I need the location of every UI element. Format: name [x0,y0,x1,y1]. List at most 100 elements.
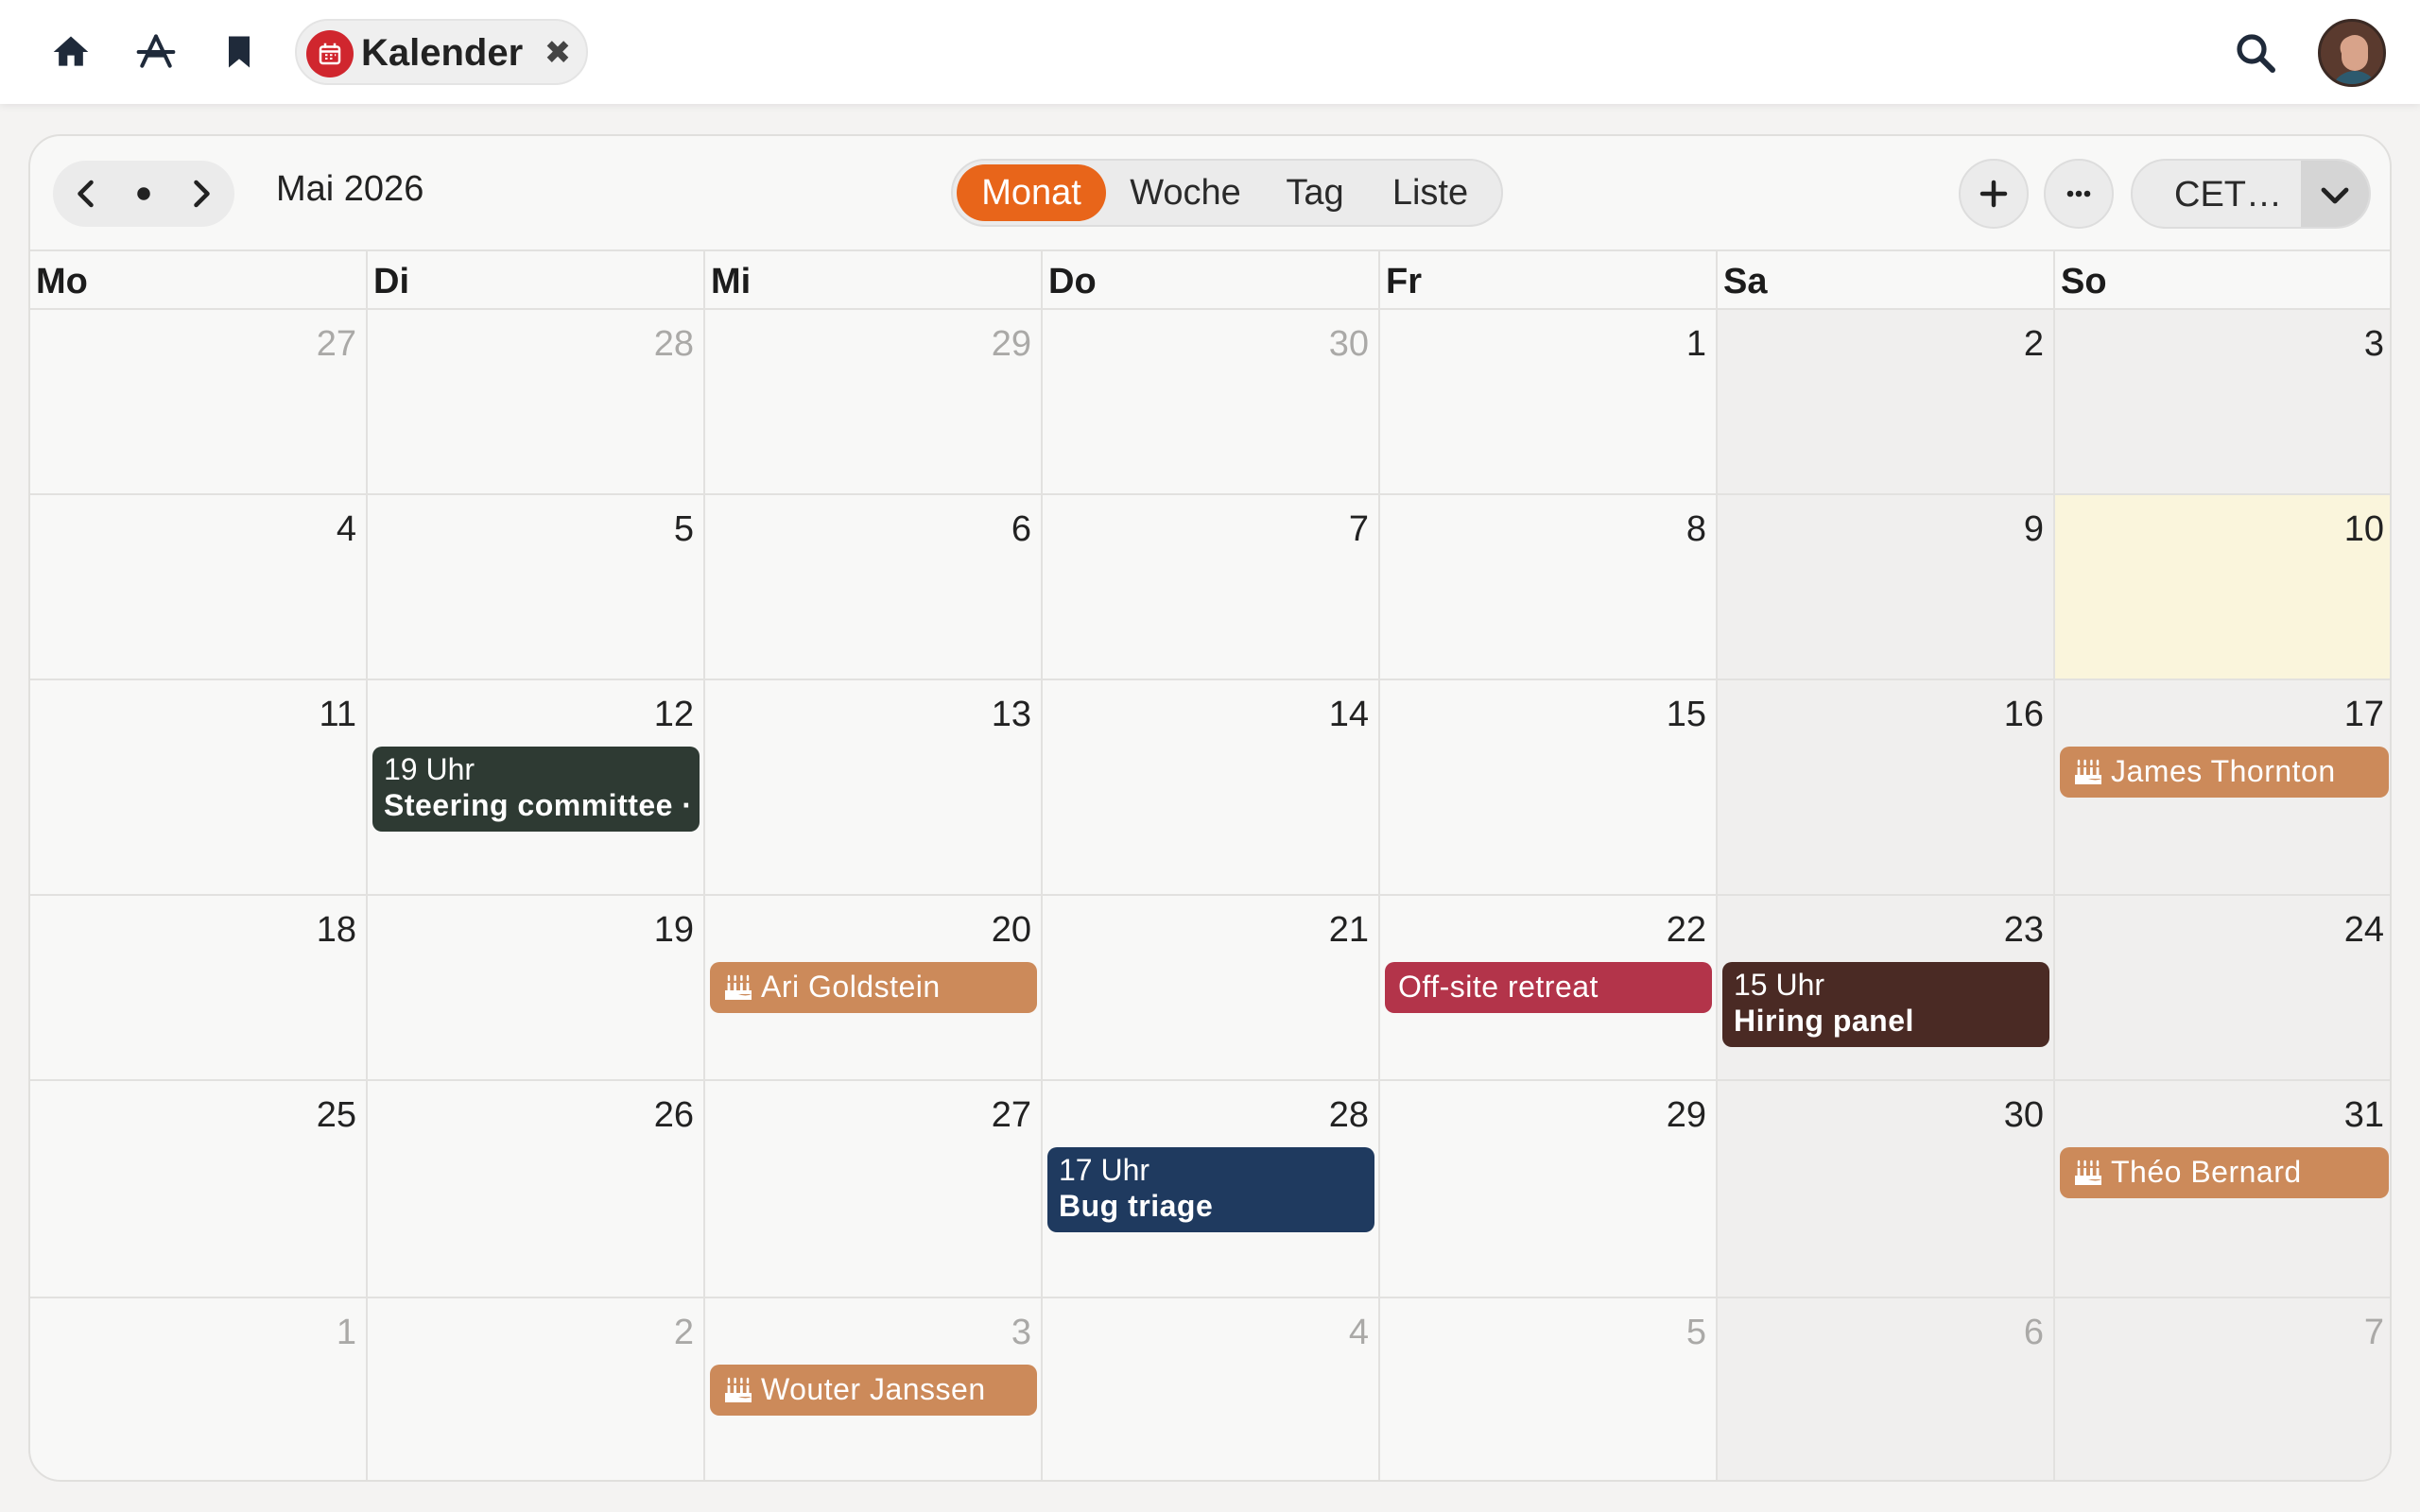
event-title: Bug triage [1059,1189,1214,1223]
day-cell[interactable]: 15 [1380,680,1718,894]
day-cell[interactable]: 30 [1718,1081,2055,1297]
day-cell[interactable]: 21 [1043,896,1380,1079]
day-cell[interactable]: 28 [368,310,705,493]
day-cell[interactable]: 19 [368,896,705,1079]
day-number: 1 [1685,324,1706,364]
day-cell[interactable]: 1 [30,1298,368,1480]
day-cell[interactable]: 27 [705,1081,1043,1297]
day-cell[interactable]: 29 [1380,1081,1718,1297]
event-title: Wouter Janssen [761,1372,986,1406]
dot-icon [137,187,150,200]
day-cell[interactable]: 6 [1718,1298,2055,1480]
day-cell-today[interactable]: 10 [2055,495,2390,679]
tab-calendar[interactable]: Kalender ✖ [295,19,588,85]
day-cell[interactable]: 27 [30,310,368,493]
day-cell[interactable]: 6 [705,495,1043,679]
week-row: 27 28 29 30 1 2 3 [30,310,2390,495]
timezone-select[interactable]: CET… [2131,159,2371,229]
birthday-cake-icon [725,974,752,1000]
day-cell[interactable]: 26 [368,1081,705,1297]
day-number: 7 [2363,1313,2384,1352]
day-cell[interactable]: 25 [30,1081,368,1297]
chevron-down-icon[interactable] [2301,161,2369,227]
plus-icon [1979,180,2008,208]
calendar-panel: Mai 2026 Monat Woche Tag Liste CET… Mo D… [28,134,2392,1482]
close-icon[interactable]: ✖ [541,35,575,71]
event-title: Hiring panel [1734,1004,1914,1038]
next-button[interactable] [170,161,231,227]
day-cell[interactable]: 13 [705,680,1043,894]
day-cell[interactable]: 28 17 Uhr Bug triage [1043,1081,1380,1297]
day-cell[interactable]: 3 [2055,310,2390,493]
event-off-site-retreat[interactable]: Off-site retreat [1385,962,1712,1013]
day-cell[interactable]: 17 James Thornton [2055,680,2390,894]
top-bar: Kalender ✖ [0,0,2420,104]
day-cell[interactable]: 18 [30,896,368,1079]
day-number: 27 [316,324,356,364]
day-cell[interactable]: 12 19 Uhr Steering committee · [368,680,705,894]
day-cell[interactable]: 1 [1380,310,1718,493]
day-cell[interactable]: 31 Théo Bernard [2055,1081,2390,1297]
day-cell[interactable]: 11 [30,680,368,894]
previous-button[interactable] [57,161,117,227]
day-cell[interactable]: 3 Wouter Janssen [705,1298,1043,1480]
event-bug-triage[interactable]: 17 Uhr Bug triage [1047,1147,1374,1232]
day-number: 4 [336,509,356,549]
weekday-label: Mi [705,251,1043,312]
month-grid: Mo Di Mi Do Fr Sa So 27 28 29 30 1 2 3 4… [30,249,2390,1480]
week-row: 4 5 6 7 8 9 10 [30,495,2390,680]
day-cell[interactable]: 30 [1043,310,1380,493]
day-cell[interactable]: 14 [1043,680,1380,894]
day-number: 30 [1328,324,1369,364]
event-title: James Thornton [2111,754,2336,788]
bookmark-icon[interactable] [216,28,263,76]
event-birthday-theo-bernard[interactable]: Théo Bernard [2060,1147,2389,1198]
more-options-button[interactable] [2044,159,2114,229]
event-title: Steering committee · [384,788,693,822]
view-month-button[interactable]: Monat [957,164,1106,221]
date-navigation [53,161,234,227]
view-day-button[interactable]: Tag [1261,164,1369,221]
day-number: 2 [2023,324,2044,364]
apps-icon[interactable] [132,28,180,76]
event-birthday-ari-goldstein[interactable]: Ari Goldstein [710,962,1037,1013]
event-title: Théo Bernard [2111,1155,2302,1189]
day-cell[interactable]: 23 15 Uhr Hiring panel [1718,896,2055,1079]
day-number: 16 [2003,695,2044,734]
day-cell[interactable]: 5 [368,495,705,679]
day-number: 15 [1666,695,1706,734]
day-cell[interactable]: 2 [1718,310,2055,493]
day-cell[interactable]: 22 Off-site retreat [1380,896,1718,1079]
view-list-button[interactable]: Liste [1369,164,1492,221]
day-cell[interactable]: 4 [30,495,368,679]
avatar[interactable] [2318,19,2386,87]
day-cell[interactable]: 5 [1380,1298,1718,1480]
calendar-icon [306,30,354,77]
day-cell[interactable]: 7 [2055,1298,2390,1480]
event-steering-committee[interactable]: 19 Uhr Steering committee · [372,747,700,832]
view-week-button[interactable]: Woche [1110,164,1261,221]
day-number: 31 [2343,1095,2384,1135]
event-hiring-panel[interactable]: 15 Uhr Hiring panel [1722,962,2049,1047]
home-icon[interactable] [47,28,95,76]
event-birthday-wouter-janssen[interactable]: Wouter Janssen [710,1365,1037,1416]
day-cell[interactable]: 2 [368,1298,705,1480]
day-cell[interactable]: 9 [1718,495,2055,679]
weekday-label: So [2061,262,2107,301]
day-cell[interactable]: 29 [705,310,1043,493]
search-icon[interactable] [2233,30,2278,76]
today-button[interactable] [113,161,174,227]
day-number: 19 [653,910,694,950]
weekday-header: Mo Di Mi Do Fr Sa So [30,249,2390,312]
day-cell[interactable]: 7 [1043,495,1380,679]
day-cell[interactable]: 4 [1043,1298,1380,1480]
event-birthday-james-thornton[interactable]: James Thornton [2060,747,2389,798]
add-event-button[interactable] [1959,159,2029,229]
view-switcher: Monat Woche Tag Liste [951,159,1503,227]
week-row: 18 19 20 Ari Goldstein 21 22 Off-site re… [30,896,2390,1081]
day-cell[interactable]: 20 Ari Goldstein [705,896,1043,1079]
day-cell[interactable]: 24 [2055,896,2390,1079]
timezone-label: CET… [2174,175,2282,215]
day-cell[interactable]: 8 [1380,495,1718,679]
day-cell[interactable]: 16 [1718,680,2055,894]
